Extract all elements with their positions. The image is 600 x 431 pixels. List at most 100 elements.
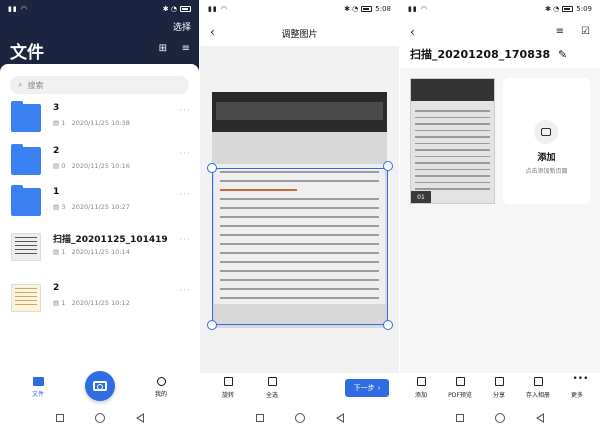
list-item[interactable]: 1 ▤ 3 2020/11/25 10:27 ··· <box>0 182 199 226</box>
bottom-toolbar: 旋转 全选 下一步 › <box>200 373 399 405</box>
adjust-image-screen: ▮▮ ◠ ✱ ◔ 5:08 ‹ 调整图片 旋转 全选 下一步 › <box>200 0 399 431</box>
document-title: 扫描_20201208_170838 <box>410 48 551 61</box>
share-icon <box>494 377 504 386</box>
file-meta: ▤ 3 2020/11/25 10:27 <box>53 203 130 211</box>
back-icon[interactable]: ‹ <box>410 25 415 39</box>
edit-icon[interactable]: ✎ <box>558 48 567 61</box>
add-hint: 点击添加新页面 <box>525 168 568 175</box>
list-item[interactable]: 2 ▤ 1 2020/11/25 10:12 ··· <box>0 278 199 322</box>
folder-icon <box>11 101 41 132</box>
page-number: 01 <box>411 191 431 203</box>
document-screen: ▮▮ ◠ ✱ ◔ 5:09 ‹ ≡ ☑ 扫描_20201208_170838 ✎ … <box>400 0 600 431</box>
page-title: 调整图片 <box>281 30 318 40</box>
back-button[interactable] <box>536 413 545 423</box>
status-time: 5:09 <box>576 5 592 13</box>
camera-icon <box>416 377 426 386</box>
status-bar: ▮▮ ◠ ✱ ◔ 5:09 <box>400 0 600 18</box>
rotate-button[interactable]: 旋转 <box>218 377 238 399</box>
list-item[interactable]: 扫描_20201125_101419 ▤ 1 2020/11/25 10:14 … <box>0 227 199 271</box>
home-button[interactable] <box>294 413 305 423</box>
more-icon[interactable]: ··· <box>179 235 191 245</box>
file-meta: ▤ 1 2020/11/25 10:38 <box>53 119 130 127</box>
crop-frame[interactable] <box>212 168 388 325</box>
page-title: 文件 <box>10 43 44 63</box>
document-thumbnail <box>11 233 41 261</box>
more-icon[interactable]: ··· <box>179 190 191 200</box>
bottom-toolbar: 添加 PDF预览 分享 存入相册 ••• 更多 <box>400 373 600 405</box>
list-item[interactable]: 2 ▤ 0 2020/11/25 10:16 ··· <box>0 141 199 185</box>
back-button[interactable] <box>335 413 344 423</box>
file-name: 1 <box>53 187 60 197</box>
document-thumbnail <box>11 284 41 312</box>
file-name: 2 <box>53 283 60 293</box>
more-icon[interactable]: ··· <box>179 106 191 116</box>
tool-label: 分享 <box>492 392 505 399</box>
files-screen: ▮▮ ◠ ✱ ◔ 选择 文件 ⊞ ≡ ⌕ 搜索 3 ▤ 1 2020/11/25… <box>0 0 199 431</box>
check-icon[interactable]: ☑ <box>581 26 590 37</box>
tool-label: PDF预览 <box>448 392 472 399</box>
select-all-icon <box>267 377 277 386</box>
top-bar: ‹ 调整图片 <box>200 18 399 46</box>
more-button[interactable]: ••• 更多 <box>560 375 594 400</box>
recents-button[interactable] <box>55 414 64 422</box>
add-label: 添加 <box>537 153 556 163</box>
file-name: 2 <box>53 146 60 156</box>
back-button[interactable] <box>135 413 144 423</box>
share-button[interactable]: 分享 <box>482 377 516 399</box>
signal-icon: ▮▮ ◠ <box>8 5 29 13</box>
scan-camera-button[interactable] <box>85 371 115 401</box>
battery-icon <box>562 6 574 12</box>
add-button[interactable]: 添加 <box>404 377 438 399</box>
status-bar: ▮▮ ◠ ✱ ◔ 5:08 <box>200 0 399 18</box>
recents-button[interactable] <box>255 414 264 422</box>
signal-icon: ▮▮ ◠ <box>408 5 429 13</box>
list-item[interactable]: 3 ▤ 1 2020/11/25 10:38 ··· <box>0 98 199 142</box>
status-time: 5:08 <box>375 5 391 13</box>
save-to-album-button[interactable]: 存入相册 <box>521 377 555 399</box>
new-folder-icon[interactable]: ⊞ <box>159 43 167 54</box>
sort-icon[interactable]: ≡ <box>556 26 564 37</box>
next-label: 下一步 <box>353 384 375 392</box>
file-meta: ▤ 1 2020/11/25 10:14 <box>53 248 130 256</box>
user-icon <box>156 377 166 386</box>
crop-handle-bottom-left[interactable] <box>207 320 217 330</box>
search-placeholder: 搜索 <box>27 80 44 90</box>
folder-icon <box>32 377 44 386</box>
folder-icon <box>11 144 41 175</box>
add-camera-icon <box>534 120 558 144</box>
system-nav-bar <box>200 405 399 431</box>
pdf-preview-button[interactable]: PDF预览 <box>443 377 477 399</box>
status-right: ✱ ◔ 5:08 <box>344 5 391 13</box>
sort-icon[interactable]: ≡ <box>182 43 190 54</box>
tab-mine[interactable]: 我的 <box>149 377 173 398</box>
crop-handle-bottom-right[interactable] <box>383 320 393 330</box>
file-name: 3 <box>53 103 60 113</box>
home-button[interactable] <box>94 413 105 423</box>
status-bar: ▮▮ ◠ ✱ ◔ <box>0 0 199 18</box>
folder-icon <box>11 185 41 216</box>
add-page-card[interactable]: 添加 点击添加新页面 <box>503 78 590 204</box>
select-button[interactable]: 选择 <box>173 20 191 33</box>
camera-icon <box>93 381 107 391</box>
next-button[interactable]: 下一步 › <box>345 379 389 397</box>
page-title: 扫描_20201208_170838 ✎ <box>410 46 567 62</box>
image-icon <box>533 377 543 386</box>
page-thumbnail[interactable]: 01 <box>410 78 495 204</box>
battery-icon <box>180 6 191 12</box>
crop-handle-top-right[interactable] <box>383 161 393 171</box>
more-icon[interactable]: ··· <box>179 286 191 296</box>
tool-label: 存入相册 <box>525 392 550 399</box>
select-all-label: 全选 <box>265 392 278 399</box>
home-button[interactable] <box>494 413 505 423</box>
rotate-icon <box>223 377 233 386</box>
search-input[interactable]: ⌕ 搜索 <box>10 76 189 94</box>
select-all-button[interactable]: 全选 <box>262 377 282 399</box>
tool-label: 更多 <box>570 392 583 399</box>
pdf-icon <box>455 377 465 386</box>
more-icon[interactable]: ··· <box>179 149 191 159</box>
crop-handle-top-left[interactable] <box>207 163 217 173</box>
chevron-right-icon: › <box>377 384 381 392</box>
tool-label: 添加 <box>414 392 427 399</box>
recents-button[interactable] <box>455 414 464 422</box>
tab-files[interactable]: 文件 <box>26 377 50 398</box>
